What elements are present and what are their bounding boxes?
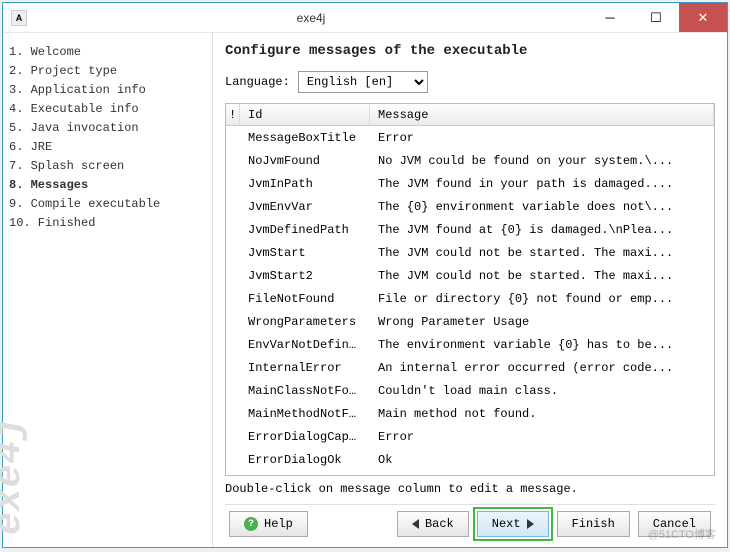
wizard-step[interactable]: 7. Splash screen: [9, 157, 206, 176]
table-row[interactable]: FileNotFoundFile or directory {0} not fo…: [226, 287, 714, 310]
cell-id: ErrorDialogOk: [240, 453, 370, 467]
table-row[interactable]: WrongParametersWrong Parameter Usage: [226, 310, 714, 333]
table-row[interactable]: ErrorDialogOkOk: [226, 448, 714, 471]
wizard-step[interactable]: 5. Java invocation: [9, 119, 206, 138]
cell-id: JvmEnvVar: [240, 200, 370, 214]
cell-message[interactable]: An internal error occurred (error code..…: [370, 361, 714, 375]
table-row[interactable]: EnvVarNotDefinedThe environment variable…: [226, 333, 714, 356]
wizard-step[interactable]: 6. JRE: [9, 138, 206, 157]
cell-id: JvmStart: [240, 246, 370, 260]
cell-message[interactable]: Error: [370, 430, 714, 444]
minimize-button[interactable]: ─: [587, 3, 633, 32]
finish-button[interactable]: Finish: [557, 511, 630, 537]
cell-id: NoJvmFound: [240, 154, 370, 168]
wizard-step[interactable]: 8. Messages: [9, 176, 206, 195]
cell-message[interactable]: Ok: [370, 453, 714, 467]
cell-message[interactable]: Error: [370, 131, 714, 145]
language-row: Language: English [en]: [225, 71, 715, 93]
cell-message[interactable]: No JVM could be found on your system.\..…: [370, 154, 714, 168]
table-row[interactable]: ErrorDialogTextAn error occurred while s…: [226, 471, 714, 475]
cell-message[interactable]: The JVM found at {0} is damaged.\nPlea..…: [370, 223, 714, 237]
cell-message[interactable]: Wrong Parameter Usage: [370, 315, 714, 329]
wizard-step[interactable]: 1. Welcome: [9, 43, 206, 62]
brand-label: exe4j: [0, 416, 19, 535]
table-row[interactable]: MainClassNotFoundCouldn't load main clas…: [226, 379, 714, 402]
window-controls: ─ ☐ ✕: [587, 3, 727, 32]
cell-message[interactable]: The JVM found in your path is damaged...…: [370, 177, 714, 191]
cell-id: EnvVarNotDefined: [240, 338, 370, 352]
wizard-step[interactable]: 4. Executable info: [9, 100, 206, 119]
finish-label: Finish: [572, 517, 615, 531]
cell-message[interactable]: Couldn't load main class.: [370, 384, 714, 398]
cell-id: ErrorDialogCaption: [240, 430, 370, 444]
table-row[interactable]: JvmDefinedPathThe JVM found at {0} is da…: [226, 218, 714, 241]
column-header-mark[interactable]: !: [226, 104, 240, 125]
back-label: Back: [425, 517, 454, 531]
help-button[interactable]: ? Help: [229, 511, 308, 537]
language-label: Language:: [225, 75, 290, 89]
wizard-step[interactable]: 3. Application info: [9, 81, 206, 100]
table-row[interactable]: JvmStart2The JVM could not be started. T…: [226, 264, 714, 287]
next-button[interactable]: Next: [477, 511, 549, 537]
cell-id: MainClassNotFound: [240, 384, 370, 398]
app-window: A exe4j ─ ☐ ✕ 1. Welcome2. Project type3…: [2, 2, 728, 548]
table-row[interactable]: MessageBoxTitleError: [226, 126, 714, 149]
table-header: ! Id Message: [226, 104, 714, 126]
cell-id: JvmDefinedPath: [240, 223, 370, 237]
content-area: 1. Welcome2. Project type3. Application …: [3, 33, 727, 547]
back-button[interactable]: Back: [397, 511, 469, 537]
maximize-button[interactable]: ☐: [633, 3, 679, 32]
table-row[interactable]: JvmInPathThe JVM found in your path is d…: [226, 172, 714, 195]
wizard-step[interactable]: 10. Finished: [9, 214, 206, 233]
arrow-right-icon: [527, 519, 534, 529]
main-panel: Configure messages of the executable Lan…: [213, 33, 727, 547]
cell-message[interactable]: Main method not found.: [370, 407, 714, 421]
title-bar: A exe4j ─ ☐ ✕: [3, 3, 727, 33]
wizard-footer: ? Help Back Next Finish Cancel: [225, 504, 715, 539]
table-row[interactable]: InternalErrorAn internal error occurred …: [226, 356, 714, 379]
cell-message[interactable]: The {0} environment variable does not\..…: [370, 200, 714, 214]
cell-message[interactable]: The environment variable {0} has to be..…: [370, 338, 714, 352]
cell-id: InternalError: [240, 361, 370, 375]
arrow-left-icon: [412, 519, 419, 529]
cell-message[interactable]: The JVM could not be started. The maxi..…: [370, 246, 714, 260]
cell-id: MainMethodNotFound: [240, 407, 370, 421]
cell-id: MessageBoxTitle: [240, 131, 370, 145]
help-icon: ?: [244, 517, 258, 531]
table-body[interactable]: MessageBoxTitleErrorNoJvmFoundNo JVM cou…: [226, 126, 714, 475]
language-select[interactable]: English [en]: [298, 71, 428, 93]
cell-message[interactable]: File or directory {0} not found or emp..…: [370, 292, 714, 306]
table-row[interactable]: JvmEnvVarThe {0} environment variable do…: [226, 195, 714, 218]
table-row[interactable]: MainMethodNotFoundMain method not found.: [226, 402, 714, 425]
help-label: Help: [264, 517, 293, 531]
cell-id: JvmInPath: [240, 177, 370, 191]
close-button[interactable]: ✕: [679, 3, 727, 32]
column-header-id[interactable]: Id: [240, 104, 370, 125]
panel-title: Configure messages of the executable: [225, 43, 715, 59]
messages-table: ! Id Message MessageBoxTitleErrorNoJvmFo…: [225, 103, 715, 476]
hint-text: Double-click on message column to edit a…: [225, 482, 715, 496]
wizard-step[interactable]: 9. Compile executable: [9, 195, 206, 214]
table-row[interactable]: NoJvmFoundNo JVM could be found on your …: [226, 149, 714, 172]
wizard-step[interactable]: 2. Project type: [9, 62, 206, 81]
table-row[interactable]: JvmStartThe JVM could not be started. Th…: [226, 241, 714, 264]
table-row[interactable]: ErrorDialogCaptionError: [226, 425, 714, 448]
wizard-steps-sidebar: 1. Welcome2. Project type3. Application …: [3, 33, 213, 547]
cell-id: JvmStart2: [240, 269, 370, 283]
cell-id: FileNotFound: [240, 292, 370, 306]
cell-id: WrongParameters: [240, 315, 370, 329]
app-icon: A: [11, 10, 27, 26]
window-title: exe4j: [35, 11, 587, 25]
cell-message[interactable]: The JVM could not be started. The maxi..…: [370, 269, 714, 283]
next-label: Next: [492, 517, 521, 531]
column-header-message[interactable]: Message: [370, 104, 714, 125]
watermark-text: @51CTO博客: [648, 526, 716, 542]
